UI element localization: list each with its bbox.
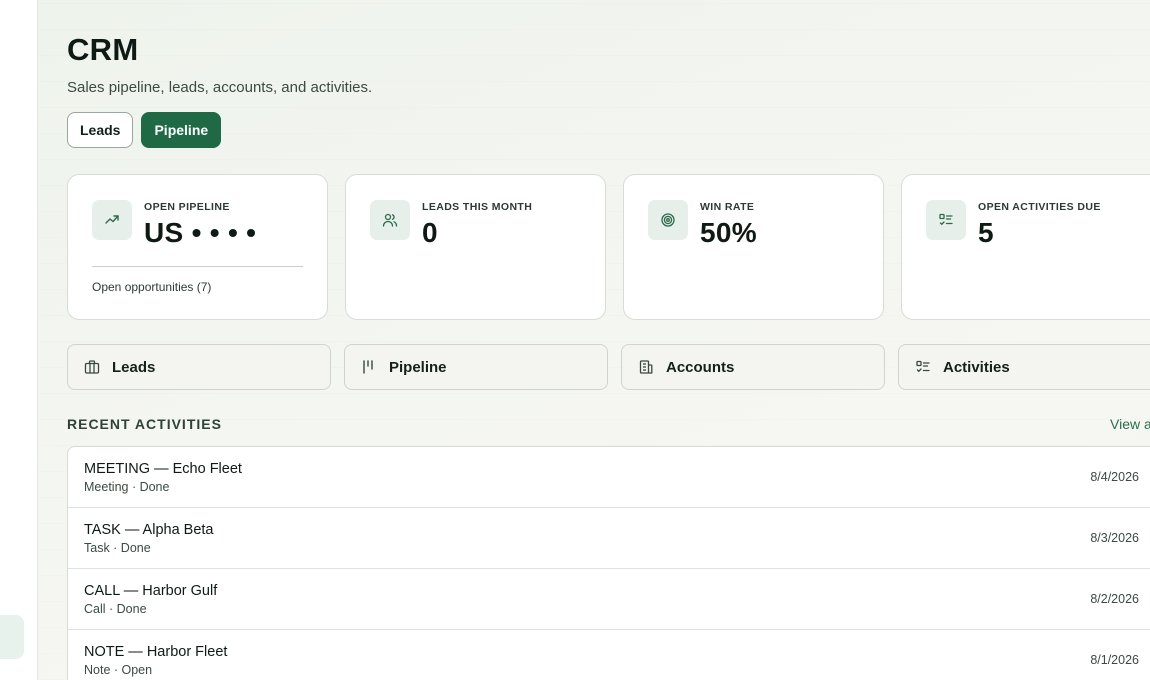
stats-row: OPEN PIPELINE US • • • • Open opportunit… bbox=[67, 174, 1150, 320]
shortcut-label: Pipeline bbox=[389, 358, 447, 376]
page-subtitle: Sales pipeline, leads, accounts, and act… bbox=[67, 79, 373, 96]
activity-title: NOTE — Harbor Fleet bbox=[84, 644, 228, 660]
shortcut-label: Activities bbox=[943, 358, 1010, 376]
page-title: CRM bbox=[67, 32, 139, 67]
stat-value: 50% bbox=[700, 217, 757, 248]
stat-label: OPEN ACTIVITIES DUE bbox=[978, 201, 1101, 213]
tab-pipeline[interactable]: Pipeline bbox=[141, 112, 222, 148]
stat-value: 5 bbox=[978, 217, 994, 248]
shortcut-pipeline[interactable]: Pipeline bbox=[344, 344, 608, 390]
activity-meta: Call · Done bbox=[84, 602, 147, 616]
checklist-icon bbox=[926, 200, 966, 240]
target-icon bbox=[648, 200, 688, 240]
users-icon bbox=[370, 200, 410, 240]
activity-meta: Note · Open bbox=[84, 663, 153, 677]
activity-row[interactable]: MEETING — Echo Fleet Meeting · Done 8/4/… bbox=[68, 447, 1150, 508]
activity-date: 8/2/2026 bbox=[1090, 592, 1139, 606]
stat-value: 0 bbox=[422, 217, 438, 248]
shortcut-accounts[interactable]: Accounts bbox=[621, 344, 885, 390]
checklist-icon bbox=[916, 360, 930, 373]
recent-activities-header: RECENT ACTIVITIES View all bbox=[67, 416, 1150, 432]
building-icon bbox=[639, 360, 653, 374]
activity-title: TASK — Alpha Beta bbox=[84, 522, 214, 538]
stat-value-masked: US • • • • bbox=[144, 217, 257, 248]
stat-card-open-pipeline: OPEN PIPELINE US • • • • Open opportunit… bbox=[67, 174, 328, 320]
shortcut-leads[interactable]: Leads bbox=[67, 344, 331, 390]
activity-meta: Meeting · Done bbox=[84, 480, 170, 494]
sidebar-active-item[interactable] bbox=[0, 615, 24, 659]
activity-date: 8/3/2026 bbox=[1090, 531, 1139, 545]
activity-meta: Task · Done bbox=[84, 541, 151, 555]
activity-row[interactable]: NOTE — Harbor Fleet Note · Open 8/1/2026 bbox=[68, 630, 1150, 680]
shortcut-activities[interactable]: Activities bbox=[898, 344, 1150, 390]
activity-row[interactable]: CALL — Harbor Gulf Call · Done 8/2/2026 bbox=[68, 569, 1150, 630]
view-tabs: Leads Pipeline bbox=[67, 112, 222, 148]
stat-card-leads-this-month: LEADS THIS MONTH 0 bbox=[345, 174, 606, 320]
activity-list: MEETING — Echo Fleet Meeting · Done 8/4/… bbox=[67, 446, 1150, 680]
stat-label: OPEN PIPELINE bbox=[144, 201, 230, 213]
trending-up-icon bbox=[92, 200, 132, 240]
kanban-icon bbox=[363, 360, 373, 374]
stat-footer: Open opportunities (7) bbox=[92, 280, 212, 294]
shortcuts-row: Leads Pipeline Accounts Activities bbox=[67, 344, 1150, 390]
main-content: CRM Sales pipeline, leads, accounts, and… bbox=[38, 0, 1150, 680]
activity-date: 8/1/2026 bbox=[1090, 653, 1139, 667]
tab-leads[interactable]: Leads bbox=[67, 112, 134, 148]
shortcut-label: Accounts bbox=[666, 358, 735, 376]
stat-label: WIN RATE bbox=[700, 201, 755, 213]
divider bbox=[92, 266, 303, 267]
stat-card-win-rate: WIN RATE 50% bbox=[623, 174, 884, 320]
activity-row[interactable]: TASK — Alpha Beta Task · Done 8/3/2026 bbox=[68, 508, 1150, 569]
view-all-link[interactable]: View all bbox=[1110, 416, 1150, 432]
activity-title: MEETING — Echo Fleet bbox=[84, 461, 242, 477]
section-title: RECENT ACTIVITIES bbox=[67, 416, 222, 432]
stat-card-open-activities-due: OPEN ACTIVITIES DUE 5 bbox=[901, 174, 1150, 320]
activity-date: 8/4/2026 bbox=[1090, 470, 1139, 484]
briefcase-icon bbox=[84, 360, 100, 374]
shortcut-label: Leads bbox=[112, 358, 156, 376]
stat-label: LEADS THIS MONTH bbox=[422, 201, 533, 213]
sidebar bbox=[0, 0, 38, 680]
activity-title: CALL — Harbor Gulf bbox=[84, 583, 218, 599]
